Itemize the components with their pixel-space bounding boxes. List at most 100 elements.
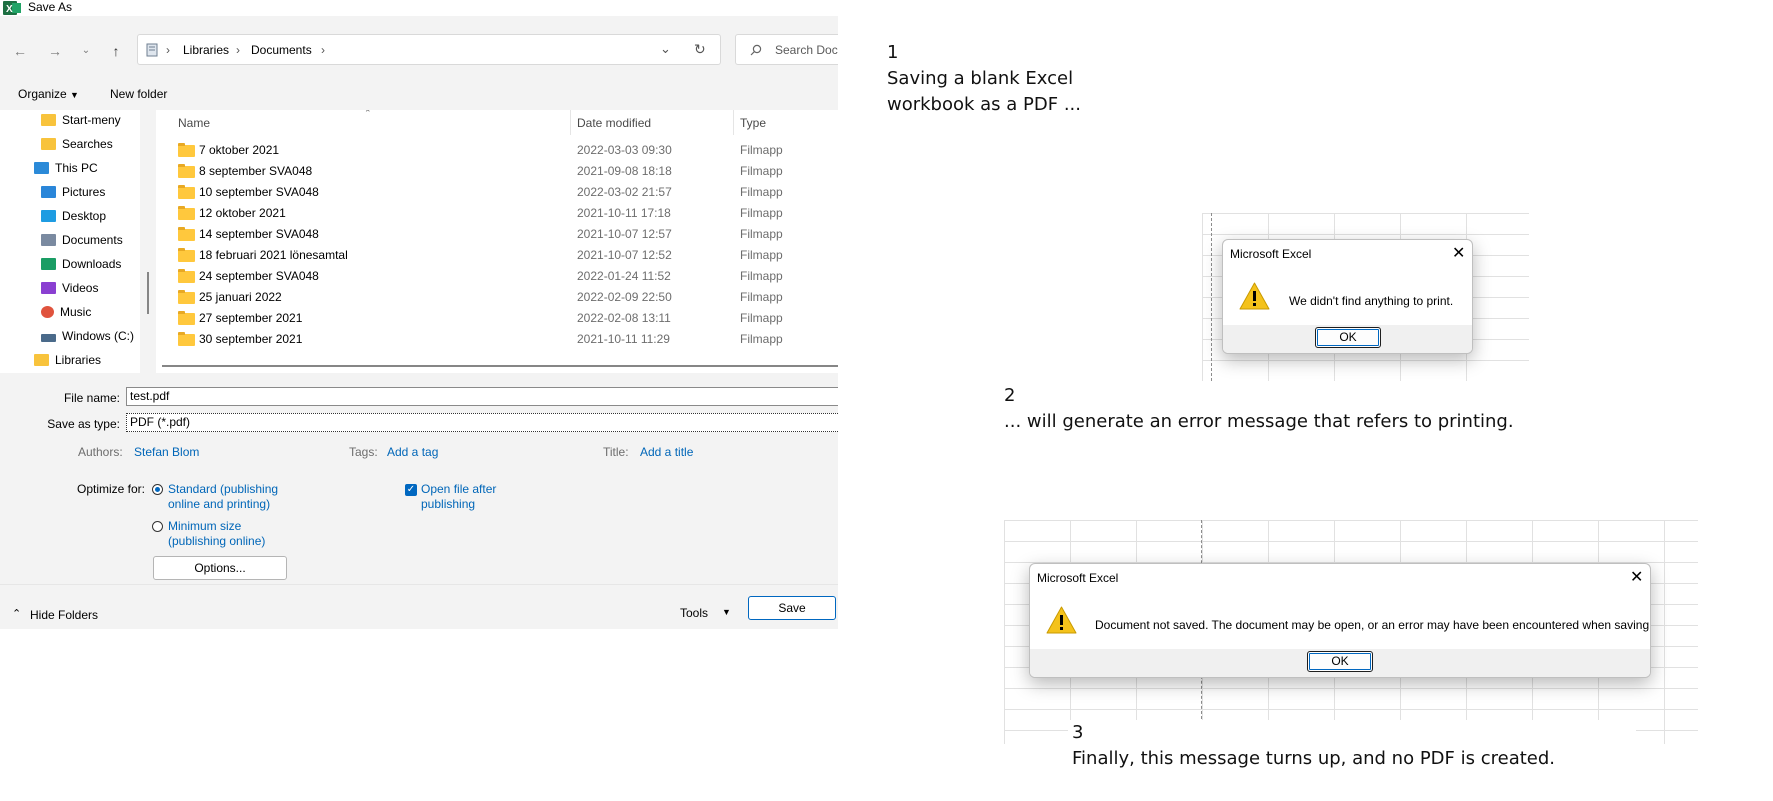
file-type: Filmapp — [740, 143, 783, 157]
nav-item-label: Pictures — [62, 185, 106, 199]
file-row[interactable]: 25 januari 2022 2022-02-09 22:50 Filmapp — [156, 287, 838, 308]
ok-button[interactable]: OK — [1307, 651, 1373, 672]
file-row[interactable]: 8 september SVA048 2021-09-08 18:18 Filmap… — [156, 161, 838, 182]
file-date: 2021-10-07 12:52 — [577, 248, 672, 262]
radio-standard[interactable] — [152, 484, 163, 495]
file-row[interactable]: 7 oktober 2021 2022-03-03 09:30 Filmapp — [156, 140, 838, 161]
organize-label: Organize — [18, 87, 67, 101]
authors-value[interactable]: Stefan Blom — [134, 445, 199, 459]
back-arrow-icon[interactable]: ← — [10, 43, 30, 59]
dropdown-caret-icon: ▼ — [70, 90, 79, 100]
nav-item-desktop[interactable]: Desktop — [41, 206, 106, 226]
excel-app-icon: X — [3, 1, 21, 15]
file-row[interactable]: 27 september 2021 2022-02-08 13:11 Filmapp — [156, 308, 838, 329]
file-type: Filmapp — [740, 227, 783, 241]
column-divider[interactable] — [570, 110, 571, 135]
close-icon[interactable]: ✕ — [1452, 243, 1465, 263]
file-name-input[interactable]: test.pdf — [126, 387, 838, 406]
close-icon[interactable]: ✕ — [1630, 567, 1643, 587]
chevron-up-icon[interactable]: ⌃ — [12, 607, 21, 620]
file-row[interactable]: 12 oktober 2021 2021-10-11 17:18 Filmapp — [156, 203, 838, 224]
file-date: 2022-02-09 22:50 — [577, 290, 672, 304]
file-row[interactable]: 18 februari 2021 lönesamtal 2021-10-07 12… — [156, 245, 838, 266]
pictures-icon — [41, 186, 56, 198]
radio-minimum[interactable] — [152, 521, 163, 532]
breadcrumb-documents[interactable]: Documents — [251, 43, 312, 57]
nav-item-pictures[interactable]: Pictures — [41, 182, 105, 202]
recent-chevron-icon[interactable]: ⌄ — [76, 43, 96, 59]
file-name: 24 september SVA048 — [199, 269, 319, 283]
title-label: Title: — [603, 445, 629, 459]
nav-item-label: Downloads — [62, 257, 122, 271]
warning-icon — [1239, 282, 1270, 310]
caption-2-text: ... will generate an error message that … — [1004, 411, 1514, 432]
file-date: 2022-02-08 13:11 — [577, 311, 671, 325]
up-arrow-icon[interactable]: ↑ — [106, 43, 126, 59]
save-type-select[interactable]: PDF (*.pdf) — [126, 413, 838, 432]
title-value[interactable]: Add a title — [640, 445, 693, 459]
breadcrumb-separator-icon: › — [321, 43, 325, 57]
sort-up-icon: ⌃ — [364, 110, 372, 118]
save-button[interactable]: Save — [748, 596, 836, 620]
file-row[interactable]: 10 september SVA048 2022-03-02 21:57 Filma… — [156, 182, 838, 203]
file-list: ⌃ Name Date modified Type 7 oktober 2021… — [156, 110, 838, 373]
file-list-scrollbar[interactable] — [162, 365, 838, 367]
nav-item-libraries[interactable]: Libraries — [34, 350, 101, 370]
file-name: 18 februari 2021 lönesamtal — [199, 248, 348, 262]
caption-1: 1 Saving a blank Excel workbook as a PDF… — [887, 40, 1081, 118]
folder-icon — [178, 206, 195, 220]
nav-item-windows-c[interactable]: Windows (C:) — [41, 326, 134, 346]
drive-icon — [41, 334, 56, 342]
open-after-line2[interactable]: publishing — [421, 497, 475, 511]
nav-item-music[interactable]: Music — [41, 302, 91, 322]
search-input[interactable]: Search Docu — [775, 43, 838, 57]
nav-item-downloads[interactable]: Downloads — [41, 254, 121, 274]
message-box-2-text: Document not saved. The document may be … — [1095, 618, 1651, 632]
file-row[interactable]: 30 september 2021 2021-10-11 11:29 Filmapp — [156, 329, 838, 350]
file-row[interactable]: 24 september SVA048 2022-01-24 11:52 Filma… — [156, 266, 838, 287]
caption-2-number: 2 — [1004, 385, 1016, 406]
opt-min-line1[interactable]: Minimum size — [168, 519, 241, 533]
dropdown-caret-icon[interactable]: ▼ — [722, 607, 731, 617]
open-after-checkbox[interactable]: ✓ — [405, 484, 417, 496]
window-title: Save As — [28, 0, 73, 14]
breadcrumb-libraries[interactable]: Libraries — [183, 43, 229, 57]
file-date: 2021-10-07 12:57 — [577, 227, 672, 241]
forward-arrow-icon[interactable]: → — [45, 43, 65, 59]
column-header-type[interactable]: Type — [740, 116, 766, 130]
pc-icon — [34, 162, 49, 174]
column-header-date[interactable]: Date modified — [577, 116, 651, 130]
file-type: Filmapp — [740, 311, 783, 325]
chevron-down-icon[interactable]: ⌄ — [660, 41, 671, 57]
opt-standard-line2[interactable]: online and printing) — [168, 497, 270, 511]
search-box[interactable]: Search Docu — [735, 34, 838, 65]
new-folder-button[interactable]: New folder — [110, 87, 167, 101]
file-row[interactable]: 14 september SVA048 2021-10-07 12:57 Filma… — [156, 224, 838, 245]
nav-item-documents[interactable]: Documents — [41, 230, 123, 250]
file-type: Filmapp — [740, 269, 783, 283]
save-as-dialog: X Save As ← → ⌄ ↑ › Libraries › Document… — [0, 0, 838, 629]
nav-item-searches[interactable]: Searches — [41, 134, 113, 154]
ok-button[interactable]: OK — [1315, 327, 1381, 348]
organize-button[interactable]: Organize ▼ — [18, 87, 79, 101]
file-type: Filmapp — [740, 164, 783, 178]
column-header-name[interactable]: Name — [178, 116, 210, 130]
svg-text:X: X — [6, 4, 13, 15]
file-type: Filmapp — [740, 248, 783, 262]
tools-button[interactable]: Tools — [680, 606, 708, 620]
nav-item-this-pc[interactable]: This PC — [34, 158, 98, 178]
nav-item-videos[interactable]: Videos — [41, 278, 98, 298]
open-after-line1[interactable]: Open file after — [421, 482, 496, 496]
folder-icon — [34, 354, 49, 366]
opt-min-line2[interactable]: (publishing online) — [168, 534, 265, 548]
tags-value[interactable]: Add a tag — [387, 445, 438, 459]
address-bar[interactable]: › Libraries › Documents › ⌄ ↻ — [137, 34, 721, 65]
folder-icon — [178, 227, 195, 241]
hide-folders-button[interactable]: Hide Folders — [30, 608, 98, 622]
nav-pane-scrollbar[interactable] — [147, 272, 149, 314]
nav-item-start-meny[interactable]: Start-meny — [41, 110, 121, 130]
column-divider[interactable] — [733, 110, 734, 135]
refresh-icon[interactable]: ↻ — [694, 41, 706, 58]
opt-standard-line1[interactable]: Standard (publishing — [168, 482, 278, 496]
options-button[interactable]: Options... — [153, 556, 287, 580]
